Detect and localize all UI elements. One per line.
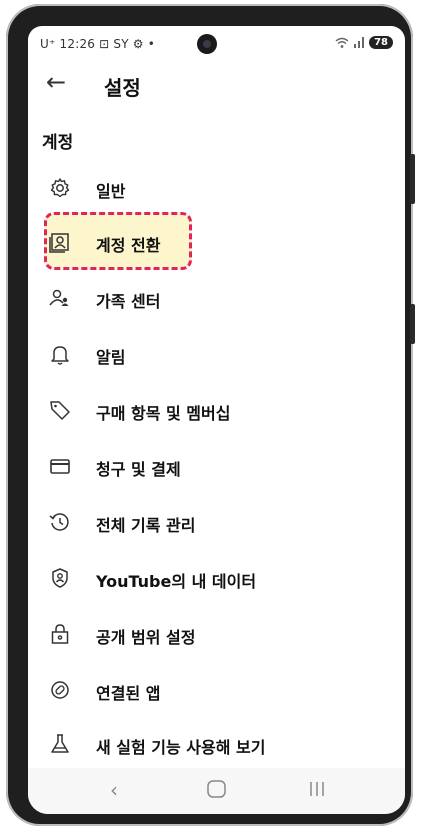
status-icons: 78 xyxy=(335,36,393,49)
menu-item-family-center[interactable]: 가족 센터 xyxy=(28,278,405,318)
menu-item-label: 공개 범위 설정 xyxy=(96,628,196,647)
system-nav-bar: ‹ xyxy=(28,768,405,814)
lock-icon xyxy=(48,622,72,646)
menu-item-label: 알림 xyxy=(96,348,126,367)
back-arrow-icon[interactable]: ← xyxy=(46,68,66,96)
menu-item-your-data[interactable]: YouTube의 내 데이터 xyxy=(28,558,405,598)
section-title: 계정 xyxy=(42,133,74,153)
status-time: U⁺ 12:26 ⊡ SY ⚙ • xyxy=(40,37,156,51)
nav-home-icon[interactable] xyxy=(206,779,228,799)
gear-icon xyxy=(48,176,72,200)
screen: U⁺ 12:26 ⊡ SY ⚙ • 78 ← 설정 계정 일반 계정 전환 가족… xyxy=(28,26,405,814)
shield-person-icon xyxy=(48,566,72,590)
nav-recents-icon[interactable] xyxy=(308,780,326,798)
menu-item-label: 구매 항목 및 멤버십 xyxy=(96,404,231,423)
menu-item-label: 청구 및 결제 xyxy=(96,460,181,479)
page-title: 설정 xyxy=(104,76,141,100)
battery-badge: 78 xyxy=(369,36,393,49)
app-header: ← 설정 xyxy=(28,64,405,104)
menu-item-billing[interactable]: 청구 및 결제 xyxy=(28,446,405,486)
menu-item-notifications[interactable]: 알림 xyxy=(28,334,405,374)
menu-item-label: 새 실험 기능 사용해 보기 xyxy=(96,738,266,757)
menu-item-label: 전체 기록 관리 xyxy=(96,516,196,535)
menu-item-label: 계정 전환 xyxy=(96,236,161,255)
front-camera xyxy=(197,34,217,54)
tag-icon xyxy=(48,398,72,422)
linked-apps-icon xyxy=(48,678,72,702)
menu-item-purchases[interactable]: 구매 항목 및 멤버십 xyxy=(28,390,405,430)
nav-back-icon[interactable]: ‹ xyxy=(110,778,118,802)
menu-item-privacy[interactable]: 공개 범위 설정 xyxy=(28,614,405,654)
volume-button xyxy=(410,304,415,344)
wifi-icon xyxy=(335,37,349,49)
menu-item-label: YouTube의 내 데이터 xyxy=(96,572,257,591)
menu-item-label: 연결된 앱 xyxy=(96,684,161,703)
bell-icon xyxy=(48,342,72,366)
family-icon xyxy=(48,286,72,310)
account-switch-icon xyxy=(48,230,72,254)
flask-icon xyxy=(48,732,72,756)
menu-item-connected-apps[interactable]: 연결된 앱 xyxy=(28,670,405,710)
menu-item-label: 일반 xyxy=(96,182,126,201)
menu-item-switch-account[interactable]: 계정 전환 xyxy=(28,222,405,262)
signal-icon xyxy=(353,37,365,48)
power-button xyxy=(410,154,415,204)
menu-item-general[interactable]: 일반 xyxy=(28,168,405,208)
history-icon xyxy=(48,510,72,534)
status-bar: U⁺ 12:26 ⊡ SY ⚙ • 78 xyxy=(28,26,405,62)
phone-frame: U⁺ 12:26 ⊡ SY ⚙ • 78 ← 설정 계정 일반 계정 전환 가족… xyxy=(6,4,415,826)
credit-card-icon xyxy=(48,454,72,478)
menu-item-experiments[interactable]: 새 실험 기능 사용해 보기 xyxy=(28,724,405,764)
menu-item-history[interactable]: 전체 기록 관리 xyxy=(28,502,405,542)
menu-item-label: 가족 센터 xyxy=(96,292,161,311)
